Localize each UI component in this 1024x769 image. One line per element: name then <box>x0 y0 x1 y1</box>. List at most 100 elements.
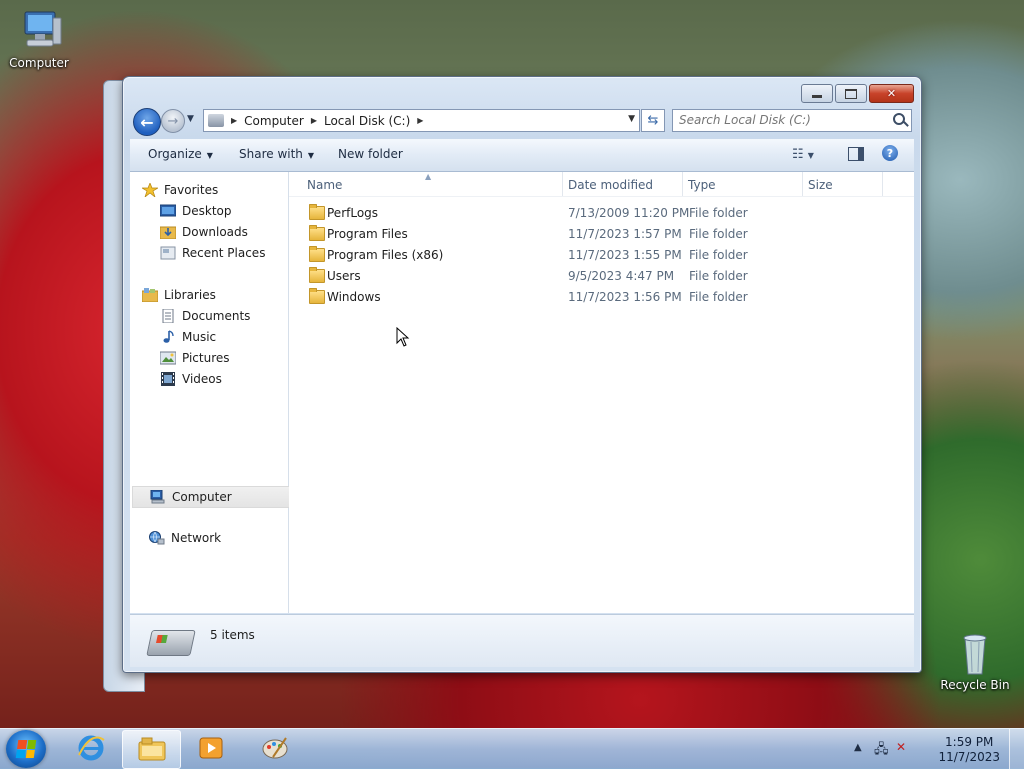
nav-network-label: Network <box>171 531 222 545</box>
column-name[interactable]: Name <box>307 178 342 192</box>
column-date-modified[interactable]: Date modified <box>568 178 653 192</box>
nav-network[interactable]: Network <box>149 528 221 548</box>
search-input[interactable] <box>673 110 879 129</box>
search-box[interactable] <box>672 109 912 132</box>
taskbar-internet-explorer[interactable] <box>62 730 119 767</box>
file-date: 7/13/2009 11:20 PM <box>568 206 690 220</box>
recent-places-icon <box>160 246 176 260</box>
chevron-down-icon: ▼ <box>206 151 213 160</box>
forward-button[interactable]: → <box>161 109 185 133</box>
clock[interactable]: 1:59 PM 11/7/2023 <box>938 735 1000 765</box>
taskbar: ▲ 🖧 ✕ 1:59 PM 11/7/2023 <box>0 728 1024 769</box>
folder-icon <box>309 225 325 241</box>
breadcrumb-separator-icon[interactable]: ▶ <box>231 116 237 125</box>
address-dropdown-icon[interactable]: ▼ <box>628 114 635 124</box>
refresh-icon: ⇆ <box>647 113 659 128</box>
nav-desktop[interactable]: Desktop <box>159 201 232 221</box>
folder-icon <box>309 246 325 262</box>
show-desktop-button[interactable] <box>1009 729 1024 769</box>
change-view-button[interactable]: ☷ ▼ <box>792 147 814 162</box>
clock-date: 11/7/2023 <box>938 750 1000 764</box>
nav-libraries-label: Libraries <box>164 288 216 302</box>
file-type: File folder <box>689 290 748 304</box>
breadcrumb-separator-icon[interactable]: ▶ <box>311 116 317 125</box>
maximize-button[interactable] <box>835 84 867 103</box>
nav-downloads[interactable]: Downloads <box>159 222 248 242</box>
chevron-down-icon: ▼ <box>307 151 315 160</box>
file-row[interactable]: Program Files 11/7/2023 1:57 PM File fol… <box>289 223 914 244</box>
navigation-bar: ← → ▼ ▶ Computer ▶ Local Disk (C:) ▶ ▼ ⇆ <box>131 107 913 136</box>
file-date: 9/5/2023 4:47 PM <box>568 269 675 283</box>
nav-desktop-label: Desktop <box>182 204 232 218</box>
nav-recent-places[interactable]: Recent Places <box>160 243 265 263</box>
file-row[interactable]: Users 9/5/2023 4:47 PM File folder <box>289 265 914 286</box>
taskbar-media-player[interactable] <box>182 730 239 767</box>
start-button[interactable] <box>6 730 46 768</box>
column-type[interactable]: Type <box>688 178 716 192</box>
nav-libraries[interactable]: Libraries <box>141 285 216 305</box>
file-row[interactable]: Program Files (x86) 11/7/2023 1:55 PM Fi… <box>289 244 914 265</box>
nav-favorites[interactable]: Favorites <box>140 180 219 200</box>
system-tray: ▲ 🖧 ✕ 1:59 PM 11/7/2023 <box>854 729 1024 769</box>
new-folder-button[interactable]: New folder <box>338 147 403 161</box>
file-type: File folder <box>689 227 748 241</box>
breadcrumb-local-disk[interactable]: Local Disk (C:) <box>324 114 410 128</box>
folder-icon <box>309 288 325 304</box>
close-button[interactable]: ✕ <box>869 84 914 103</box>
search-icon[interactable] <box>893 113 905 125</box>
windows-logo-icon <box>15 740 37 758</box>
folder-icon <box>309 267 325 283</box>
computer-icon <box>150 489 166 504</box>
file-row[interactable]: Windows 11/7/2023 1:56 PM File folder <box>289 286 914 307</box>
breadcrumb-computer[interactable]: Computer <box>244 114 304 128</box>
desktop-icon-recycle-bin[interactable]: Recycle Bin <box>937 632 1013 692</box>
minimize-button[interactable] <box>801 84 833 103</box>
show-hidden-icons-icon[interactable]: ▲ <box>854 742 862 753</box>
address-bar[interactable]: ▶ Computer ▶ Local Disk (C:) ▶ ▼ <box>203 109 640 132</box>
pictures-icon <box>159 351 177 365</box>
recent-pages-dropdown[interactable]: ▼ <box>187 114 194 124</box>
column-size[interactable]: Size <box>808 178 833 192</box>
hard-drive-icon <box>146 630 196 656</box>
nav-videos[interactable]: Videos <box>160 369 222 389</box>
nav-documents[interactable]: Documents <box>160 306 250 326</box>
refresh-button[interactable]: ⇆ <box>641 109 665 132</box>
maximize-icon <box>845 88 857 99</box>
forward-arrow-icon: → <box>167 113 179 129</box>
nav-music[interactable]: Music <box>160 327 216 347</box>
command-bar: Organize ▼ Share with ▼ New folder ☷ ▼ ? <box>130 139 914 172</box>
nav-videos-label: Videos <box>182 372 222 386</box>
drive-icon <box>208 114 224 127</box>
nav-pictures[interactable]: Pictures <box>159 348 230 368</box>
organize-button[interactable]: Organize ▼ <box>148 147 213 161</box>
music-icon <box>160 330 176 344</box>
details-pane: 5 items <box>130 614 914 667</box>
back-button[interactable]: ← <box>133 108 161 136</box>
breadcrumb-separator-icon[interactable]: ▶ <box>417 116 423 125</box>
navigation-pane: Favorites Desktop Downloads Recent Place… <box>130 172 303 613</box>
nav-downloads-label: Downloads <box>182 225 248 239</box>
file-type: File folder <box>689 269 748 283</box>
taskbar-paint[interactable] <box>246 730 303 767</box>
media-player-icon <box>197 735 225 761</box>
column-divider[interactable] <box>802 172 803 196</box>
taskbar-windows-explorer[interactable] <box>122 730 181 769</box>
nav-favorites-label: Favorites <box>164 183 219 197</box>
desktop-icon-computer[interactable]: Computer <box>1 10 77 70</box>
nav-computer[interactable]: Computer <box>132 486 303 508</box>
column-headers: ▲ Name Date modified Type Size <box>289 172 914 197</box>
network-status-icon[interactable]: 🖧 <box>874 740 889 762</box>
documents-icon <box>160 308 176 324</box>
recycle-bin-icon <box>951 632 999 676</box>
file-date: 11/7/2023 1:57 PM <box>568 227 682 241</box>
help-button[interactable]: ? <box>882 145 898 161</box>
libraries-icon <box>141 288 159 303</box>
column-divider[interactable] <box>562 172 563 196</box>
column-divider[interactable] <box>682 172 683 196</box>
volume-muted-icon[interactable]: ✕ <box>896 740 906 754</box>
file-row[interactable]: PerfLogs 7/13/2009 11:20 PM File folder <box>289 202 914 223</box>
share-with-button[interactable]: Share with ▼ <box>239 147 314 161</box>
organize-label: Organize <box>148 147 202 161</box>
column-divider[interactable] <box>882 172 883 196</box>
preview-pane-button[interactable] <box>848 147 864 161</box>
